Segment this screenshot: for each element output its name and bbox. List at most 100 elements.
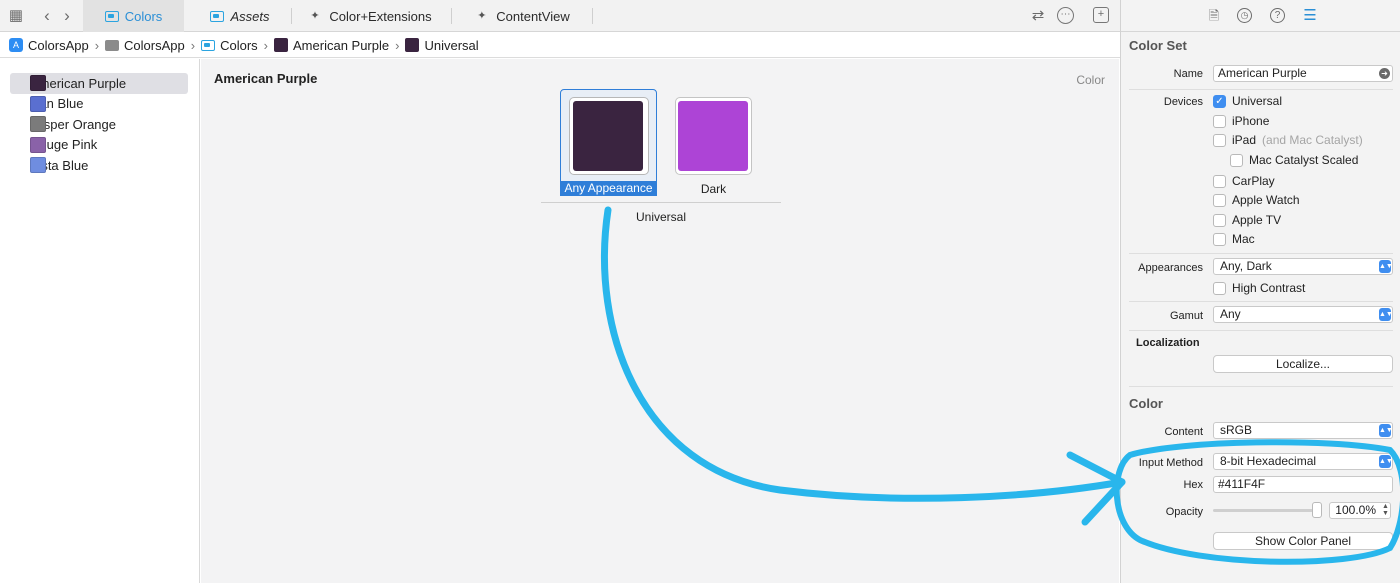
show-color-panel-button[interactable]: Show Color Panel — [1213, 532, 1393, 550]
device-checkbox-mac-catalyst-scaled[interactable]: Mac Catalyst Scaled — [1230, 153, 1358, 167]
color-swatch-icon — [30, 75, 46, 91]
grid-icon[interactable]: ▦ — [7, 7, 25, 25]
app-icon: A — [9, 38, 23, 52]
gamut-label: Gamut — [1169, 310, 1203, 322]
checkbox-box[interactable] — [1213, 213, 1226, 227]
list-item[interactable]: Jasper Orange — [10, 114, 188, 135]
editor-tab-bar: ▦ ‹ › Colors Assets ✦ Color+Extensions ✦… — [0, 0, 1120, 32]
checkbox-label: CarPlay — [1232, 174, 1275, 188]
history-icon[interactable]: ◷ — [1237, 8, 1252, 23]
checkbox-box[interactable] — [1213, 281, 1226, 295]
checkbox-box[interactable] — [1230, 153, 1243, 167]
content-popup[interactable]: sRGB ▲▼ — [1213, 422, 1393, 439]
breadcrumb-item-project[interactable]: A ColorsApp — [9, 38, 89, 53]
high-contrast-checkbox[interactable]: High Contrast — [1213, 281, 1305, 295]
swift-file-icon: ✦ — [310, 9, 320, 22]
checkbox-box[interactable] — [1213, 114, 1226, 128]
divider — [1129, 301, 1393, 302]
go-to-arrow-icon[interactable]: ➜ — [1379, 68, 1390, 79]
breadcrumb-item-folder[interactable]: ColorsApp — [105, 38, 185, 53]
divider — [1129, 89, 1393, 90]
device-checkbox-carplay[interactable]: CarPlay — [1213, 174, 1275, 188]
section-title-color: Color — [1129, 396, 1163, 411]
breadcrumb-item-colorset[interactable]: American Purple — [274, 38, 389, 53]
appearances-popup[interactable]: Any, Dark ▲▼ — [1213, 258, 1393, 275]
opacity-slider-knob[interactable] — [1312, 502, 1322, 518]
opacity-slider-track[interactable] — [1213, 509, 1313, 512]
chevron-left-icon[interactable]: ‹ — [38, 7, 56, 25]
section-title-localization: Localization — [1136, 337, 1200, 349]
color-swatch-icon — [274, 38, 289, 52]
input-method-label: Input Method — [1138, 457, 1203, 469]
breadcrumb-item-universal[interactable]: Universal — [405, 38, 479, 53]
list-item[interactable]: American Purple — [10, 73, 188, 94]
checkbox-box[interactable] — [1213, 232, 1226, 246]
file-icon[interactable]: 🗎 — [1206, 8, 1222, 24]
devices-label: Devices — [1163, 96, 1203, 108]
checkmark-icon[interactable]: ✓ — [1213, 94, 1226, 108]
device-checkbox-apple-watch[interactable]: Apple Watch — [1213, 193, 1300, 207]
tab-contentview[interactable]: ✦ ContentView — [456, 0, 591, 32]
checkbox-box[interactable] — [1213, 174, 1226, 188]
device-checkbox-iphone[interactable]: iPhone — [1213, 114, 1269, 128]
localize-button[interactable]: Localize... — [1213, 355, 1393, 373]
checkbox-label: Universal — [1232, 94, 1283, 108]
checkbox-label: iPhone — [1232, 114, 1270, 128]
popup-value: sRGB — [1220, 423, 1253, 437]
chevron-right-icon: › — [190, 37, 196, 53]
tab-colors[interactable]: Colors — [83, 0, 184, 32]
asset-kind-label: Color — [1076, 73, 1105, 87]
tab-label: Assets — [230, 8, 270, 24]
breadcrumb-label: Colors — [220, 37, 258, 53]
tab-label: Color+Extensions — [329, 8, 432, 24]
add-editor-icon[interactable]: + — [1093, 7, 1109, 23]
gamut-popup[interactable]: Any ▲▼ — [1213, 306, 1393, 323]
input-method-popup[interactable]: 8-bit Hexadecimal ▲▼ — [1213, 453, 1393, 470]
list-item[interactable]: Rouge Pink — [10, 135, 188, 156]
device-checkbox-mac[interactable]: Mac — [1213, 232, 1255, 246]
breadcrumb-label: ColorsApp — [124, 37, 185, 53]
stepper-icon[interactable]: ▲ ▼ — [1381, 503, 1390, 518]
tab-color-extensions[interactable]: ✦ Color+Extensions — [296, 0, 446, 32]
hex-label: Hex — [1183, 479, 1203, 491]
device-checkbox-universal[interactable]: ✓ Universal — [1213, 94, 1282, 108]
color-well-swatch[interactable] — [573, 101, 643, 171]
breadcrumb-item-catalog[interactable]: Colors — [201, 38, 258, 53]
checkbox-label: iPad — [1232, 133, 1257, 147]
asset-list: American Purple Han Blue Jasper Orange R… — [0, 59, 200, 583]
appearances-label: Appearances — [1138, 262, 1203, 274]
asset-catalog-icon — [201, 39, 216, 51]
device-checkbox-apple-tv[interactable]: Apple TV — [1213, 213, 1281, 227]
checkbox-box[interactable] — [1213, 133, 1226, 147]
ellipsis-icon[interactable]: ⋯ — [1057, 7, 1074, 24]
inspector-tab-bar: 🗎 ◷ ? ☰ — [1121, 0, 1400, 32]
opacity-value: 100.0% — [1335, 503, 1376, 517]
divider — [1129, 253, 1393, 254]
chevron-right-icon: › — [395, 37, 400, 53]
popup-value: Any — [1220, 307, 1241, 321]
color-well-swatch[interactable] — [678, 101, 748, 171]
swap-icon[interactable]: ⇄ — [1029, 7, 1047, 25]
color-swatch-icon — [30, 95, 46, 112]
help-icon[interactable]: ? — [1270, 8, 1285, 23]
chevron-right-icon[interactable]: › — [58, 7, 76, 25]
hex-field[interactable]: #411F4F — [1213, 476, 1393, 493]
color-swatch-icon — [30, 116, 46, 132]
section-title-color-set: Color Set — [1129, 38, 1187, 53]
divider — [1129, 330, 1393, 331]
popup-value: 8-bit Hexadecimal — [1220, 454, 1317, 468]
checkbox-box[interactable] — [1213, 193, 1226, 207]
device-group-label: Universal — [635, 210, 686, 224]
attributes-icon[interactable]: ☰ — [1302, 8, 1318, 24]
list-item[interactable]: Vista Blue — [10, 155, 188, 176]
asset-catalog-icon — [210, 10, 225, 22]
content-label: Content — [1164, 426, 1203, 438]
checkbox-label: High Contrast — [1232, 281, 1306, 295]
device-checkbox-ipad[interactable]: iPad (and Mac Catalyst) — [1213, 133, 1363, 147]
checkbox-hint: (and Mac Catalyst) — [1262, 133, 1363, 147]
list-item[interactable]: Han Blue — [10, 94, 188, 115]
tab-assets[interactable]: Assets — [190, 0, 290, 32]
chevron-right-icon: › — [94, 37, 100, 53]
name-field[interactable]: American Purple ➜ — [1213, 65, 1393, 82]
color-swatch-icon — [405, 38, 420, 52]
